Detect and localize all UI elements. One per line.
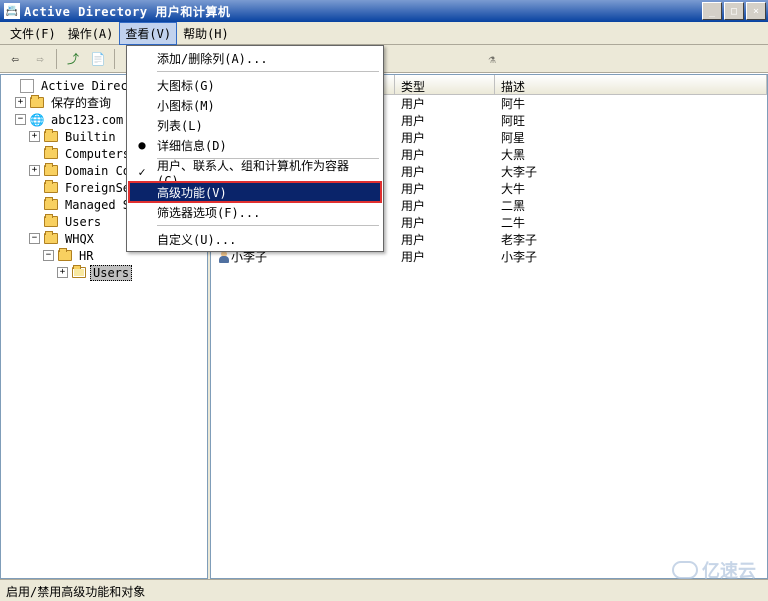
menu-containers[interactable]: ✓用户、联系人、组和计算机作为容器(C) — [129, 162, 381, 182]
status-bar: 启用/禁用高级功能和对象 — [0, 579, 768, 601]
menu-help[interactable]: 帮助(H) — [177, 22, 235, 45]
folder-icon — [44, 233, 58, 244]
forward-button: ⇨ — [29, 48, 51, 70]
folder-icon — [44, 165, 58, 176]
menubar: 文件(F) 操作(A) 查看(V) 帮助(H) — [0, 22, 768, 45]
filter-icon[interactable]: ⚗ — [481, 48, 503, 70]
maximize-button[interactable]: □ — [724, 2, 744, 20]
minimize-button[interactable]: _ — [702, 2, 722, 20]
folder-icon — [44, 216, 58, 227]
cloud-icon — [672, 561, 698, 579]
back-button[interactable]: ⇦ — [4, 48, 26, 70]
properties-button[interactable]: 📄 — [87, 48, 109, 70]
ad-root-icon — [20, 79, 34, 93]
cell-desc: 小李子 — [495, 247, 767, 266]
cell-type: 用户 — [395, 247, 495, 266]
menu-details-view[interactable]: ●详细信息(D) — [129, 135, 381, 155]
app-icon: 📇 — [4, 3, 20, 19]
col-type[interactable]: 类型 — [395, 75, 495, 94]
menu-action[interactable]: 操作(A) — [62, 22, 120, 45]
domain-icon: 🌐 — [29, 113, 45, 127]
check-icon: ✓ — [135, 165, 149, 179]
window-titlebar: 📇 Active Directory 用户和计算机 _ □ × — [0, 0, 768, 22]
watermark: 亿速云 — [672, 557, 756, 583]
menu-add-remove-cols[interactable]: 添加/删除列(A)... — [129, 48, 381, 68]
radio-check-icon: ● — [135, 138, 149, 152]
folder-icon — [44, 148, 58, 159]
folder-open-icon — [72, 267, 86, 278]
toolbar: ⇦ ⇨ ⤴ 📄 ✂ ✖ ⟳ ☰ ⚗ — [0, 45, 768, 73]
folder-icon — [44, 182, 58, 193]
folder-icon — [58, 250, 72, 261]
col-desc[interactable]: 描述 — [495, 75, 767, 94]
menu-filter-options[interactable]: 筛选器选项(F)... — [129, 202, 381, 222]
close-button[interactable]: × — [746, 2, 766, 20]
folder-icon — [44, 199, 58, 210]
menu-small-icons[interactable]: 小图标(M) — [129, 95, 381, 115]
menu-file[interactable]: 文件(F) — [4, 22, 62, 45]
tree-hr-users[interactable]: + Users — [1, 264, 207, 281]
tree-selected: Users — [90, 265, 132, 281]
view-dropdown-menu: 添加/删除列(A)... 大图标(G) 小图标(M) 列表(L) ●详细信息(D… — [126, 45, 384, 252]
status-text: 启用/禁用高级功能和对象 — [6, 585, 145, 599]
folder-icon — [44, 131, 58, 142]
menu-list-view[interactable]: 列表(L) — [129, 115, 381, 135]
menu-advanced-features[interactable]: 高级功能(V) — [129, 182, 381, 202]
menu-large-icons[interactable]: 大图标(G) — [129, 75, 381, 95]
up-button[interactable]: ⤴ — [62, 48, 84, 70]
window-title: Active Directory 用户和计算机 — [24, 3, 702, 20]
menu-view[interactable]: 查看(V) — [119, 22, 177, 45]
folder-icon — [30, 97, 44, 108]
menu-customize[interactable]: 自定义(U)... — [129, 229, 381, 249]
